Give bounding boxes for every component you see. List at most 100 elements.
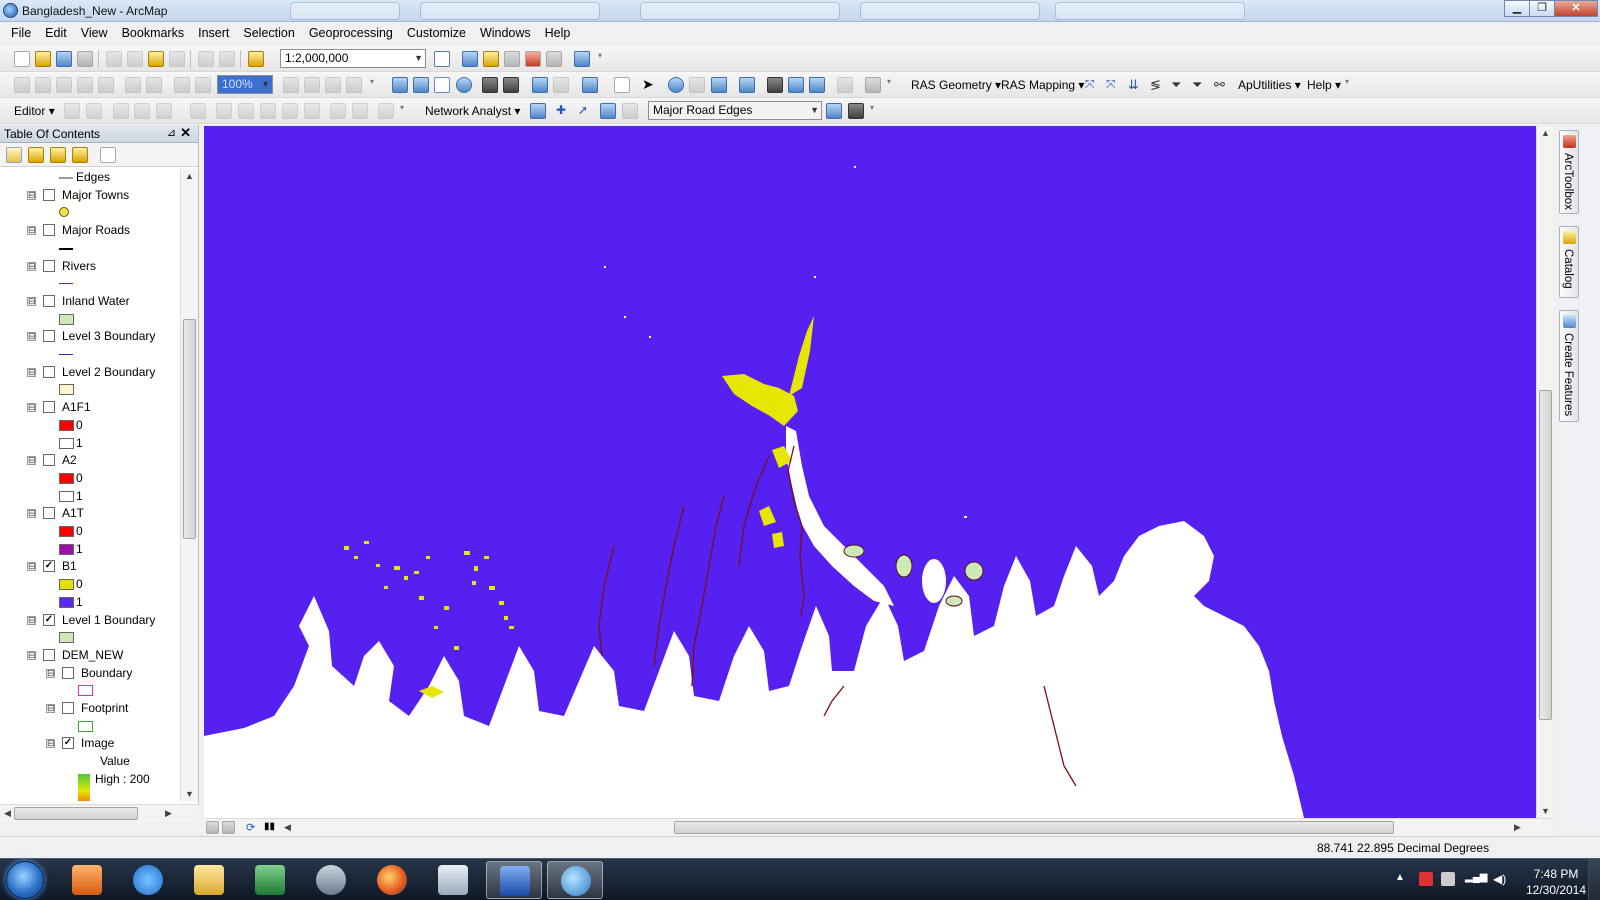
layer-visibility-checkbox[interactable]: ✓: [43, 613, 55, 626]
toolbar-grip-icon[interactable]: ▾: [887, 77, 893, 93]
fixed-zoom-in-icon[interactable]: [482, 77, 498, 93]
layer-visibility-checkbox[interactable]: [43, 330, 55, 343]
map-hscroll-thumb[interactable]: [674, 821, 1394, 834]
print-icon[interactable]: [77, 51, 93, 67]
scroll-right-icon[interactable]: ▶: [165, 808, 172, 819]
menu-geoprocessing[interactable]: Geoprocessing: [302, 22, 400, 44]
taskbar-firefox[interactable]: [364, 861, 420, 899]
hyperlink-icon[interactable]: [689, 77, 705, 93]
close-button[interactable]: ✕: [1554, 0, 1598, 17]
layer-visibility-checkbox[interactable]: [43, 224, 55, 237]
collapse-icon[interactable]: ⊟: [27, 261, 36, 271]
toc-scroll-thumb[interactable]: [183, 319, 196, 539]
redo-icon[interactable]: [219, 51, 235, 67]
layer-visibility-checkbox[interactable]: [43, 454, 55, 467]
select-network-location-icon[interactable]: ➚: [578, 103, 594, 119]
layout-tool-icon[interactable]: [325, 77, 341, 93]
maximize-button[interactable]: ❐: [1529, 0, 1555, 17]
scroll-left-icon[interactable]: ◀: [4, 808, 11, 819]
map-vertical-scrollbar[interactable]: ▲ ▼: [1536, 126, 1554, 818]
taskbar-internet-explorer[interactable]: [120, 861, 176, 899]
sublayer-name[interactable]: Footprint: [81, 701, 128, 715]
layout-tool-icon[interactable]: [174, 77, 190, 93]
map-vscroll-thumb[interactable]: [1539, 390, 1552, 720]
layer-visibility-checkbox[interactable]: [43, 294, 55, 307]
hec-bank-icon[interactable]: ≶: [1150, 77, 1166, 93]
ras-mapping-menu[interactable]: RAS Mapping ▾: [1001, 78, 1084, 92]
hec-levee-icon[interactable]: ⏷: [1171, 77, 1187, 93]
edit-tool-icon[interactable]: [64, 103, 80, 119]
start-button[interactable]: [6, 861, 44, 899]
sublayer-visibility-checkbox[interactable]: [62, 702, 74, 714]
create-features-icon[interactable]: [352, 103, 368, 119]
layout-tool-icon[interactable]: [346, 77, 362, 93]
pause-drawing-icon[interactable]: ▮▮: [264, 821, 277, 834]
taskbar-calculator[interactable]: [425, 861, 481, 899]
cut-polygons-icon[interactable]: [238, 103, 254, 119]
arctoolbox-icon[interactable]: [525, 51, 541, 67]
pan-hand-icon[interactable]: [434, 77, 450, 93]
georef-icon[interactable]: [14, 77, 30, 93]
editor-menu[interactable]: Editor ▾: [14, 104, 55, 118]
collapse-icon[interactable]: ⊟: [46, 739, 55, 749]
attributes-icon[interactable]: [304, 103, 320, 119]
menu-edit[interactable]: Edit: [38, 22, 74, 44]
map-view[interactable]: [204, 126, 1536, 818]
delete-icon[interactable]: [169, 51, 185, 67]
create-network-location-icon[interactable]: ✚: [556, 103, 572, 119]
layer-visibility-checkbox[interactable]: [43, 401, 55, 414]
list-by-source-icon[interactable]: [28, 147, 44, 163]
scroll-down-icon[interactable]: ▼: [185, 789, 194, 799]
sublayer-name[interactable]: Boundary: [81, 666, 132, 680]
editor-toolbar-icon[interactable]: [434, 51, 450, 67]
forward-arrow-icon[interactable]: [553, 77, 569, 93]
georef-icon[interactable]: [56, 77, 72, 93]
arcmap-app-icon[interactable]: [3, 3, 18, 18]
layout-tool-icon[interactable]: [283, 77, 299, 93]
action-center-flag-icon[interactable]: [1419, 872, 1433, 886]
toolbar-grip-icon[interactable]: ▾: [870, 103, 876, 119]
list-by-selection-icon[interactable]: [72, 147, 88, 163]
layer-name[interactable]: A1T: [62, 506, 84, 520]
clock-time[interactable]: 7:48 PM: [1521, 867, 1591, 881]
catalog-window-icon[interactable]: [483, 51, 499, 67]
collapse-icon[interactable]: ⊟: [46, 668, 55, 678]
menu-file[interactable]: File: [4, 22, 38, 44]
create-features-tab[interactable]: Create Features: [1559, 310, 1579, 422]
layer-name[interactable]: Inland Water: [62, 294, 130, 308]
layer-name[interactable]: A1F1: [62, 400, 91, 414]
layer-visibility-checkbox[interactable]: [43, 507, 55, 520]
toolbar-grip-icon[interactable]: ▾: [1345, 77, 1351, 93]
collapse-icon[interactable]: ⊟: [27, 509, 36, 519]
toolbar-grip-icon[interactable]: ▾: [370, 77, 376, 93]
network-layer-combo[interactable]: Major Road Edges ▼: [648, 101, 822, 120]
edit-vertices-icon[interactable]: [190, 103, 206, 119]
clear-selection-icon[interactable]: [614, 77, 630, 93]
hec-flow-icon[interactable]: ⇊: [1128, 77, 1144, 93]
network-identify-icon[interactable]: [848, 103, 864, 119]
collapse-icon[interactable]: ⊟: [27, 226, 36, 236]
sublayer-visibility-checkbox[interactable]: [62, 666, 74, 679]
collapse-icon[interactable]: ⊟: [27, 332, 36, 342]
collapse-icon[interactable]: ⊟: [27, 296, 36, 306]
sublayer-visibility-checkbox[interactable]: ✓: [62, 737, 74, 750]
add-data-icon[interactable]: [248, 51, 264, 67]
layout-tool-icon[interactable]: [304, 77, 320, 93]
georef-icon[interactable]: [35, 77, 51, 93]
cut-icon[interactable]: [106, 51, 122, 67]
data-view-icon[interactable]: [206, 821, 219, 834]
layer-visibility-checkbox[interactable]: [43, 259, 55, 272]
minimize-button[interactable]: ▁: [1504, 0, 1530, 17]
show-desktop-button[interactable]: [1588, 859, 1600, 900]
georef-icon[interactable]: [98, 77, 114, 93]
layer-name[interactable]: A2: [62, 453, 77, 467]
identify-icon[interactable]: [668, 77, 684, 93]
trace-icon[interactable]: [156, 103, 172, 119]
network-signal-icon[interactable]: ▂▄▆: [1465, 872, 1487, 886]
layer-visibility-checkbox[interactable]: [43, 365, 55, 378]
scroll-up-icon[interactable]: ▲: [1541, 128, 1550, 138]
hec-help-menu[interactable]: Help ▾: [1307, 78, 1341, 92]
layer-name[interactable]: Major Roads: [62, 223, 130, 237]
collapse-icon[interactable]: ⊟: [46, 704, 55, 713]
toc-hscroll-thumb[interactable]: [14, 807, 138, 820]
